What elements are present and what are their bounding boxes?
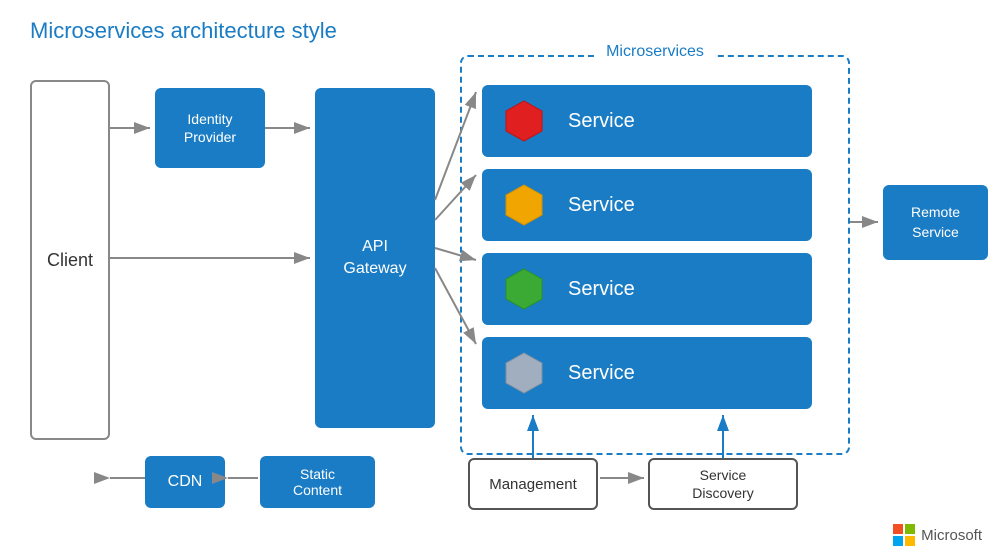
microservices-title: Microservices	[596, 43, 714, 61]
microsoft-text: Microsoft	[921, 527, 982, 544]
service-label-1: Service	[568, 110, 635, 133]
service-row-3: Service	[482, 253, 812, 325]
service-row-2: Service	[482, 169, 812, 241]
client-box: Client	[30, 80, 110, 440]
cdn-label: CDN	[168, 473, 203, 491]
microsoft-logo: Microsoft	[893, 524, 982, 546]
microservices-area: Microservices Service Service Service	[460, 55, 850, 455]
service-label-3: Service	[568, 278, 635, 301]
service-discovery-box: ServiceDiscovery	[648, 458, 798, 510]
ms-square-yellow	[905, 536, 915, 546]
api-gateway-box: APIGateway	[315, 88, 435, 428]
identity-provider-box: IdentityProvider	[155, 88, 265, 168]
cdn-box: CDN	[145, 456, 225, 508]
page-title: Microservices architecture style	[30, 18, 337, 44]
hex-icon-1	[498, 95, 550, 147]
service-label-4: Service	[568, 362, 635, 385]
hex-icon-3	[498, 263, 550, 315]
remote-service-box: RemoteService	[883, 185, 988, 260]
ms-square-blue	[893, 536, 903, 546]
remote-service-label: RemoteService	[911, 203, 960, 242]
client-label: Client	[47, 250, 93, 271]
ms-square-red	[893, 524, 903, 534]
service-discovery-label: ServiceDiscovery	[692, 466, 753, 502]
service-row-1: Service	[482, 85, 812, 157]
static-content-label: StaticContent	[293, 466, 342, 498]
management-box: Management	[468, 458, 598, 510]
ms-square-green	[905, 524, 915, 534]
service-label-2: Service	[568, 194, 635, 217]
identity-provider-label: IdentityProvider	[184, 110, 236, 146]
hex-icon-2	[498, 179, 550, 231]
management-label: Management	[489, 476, 577, 493]
microsoft-squares	[893, 524, 915, 546]
service-row-4: Service	[482, 337, 812, 409]
hex-icon-4	[498, 347, 550, 399]
static-content-box: StaticContent	[260, 456, 375, 508]
api-gateway-label: APIGateway	[343, 236, 406, 281]
